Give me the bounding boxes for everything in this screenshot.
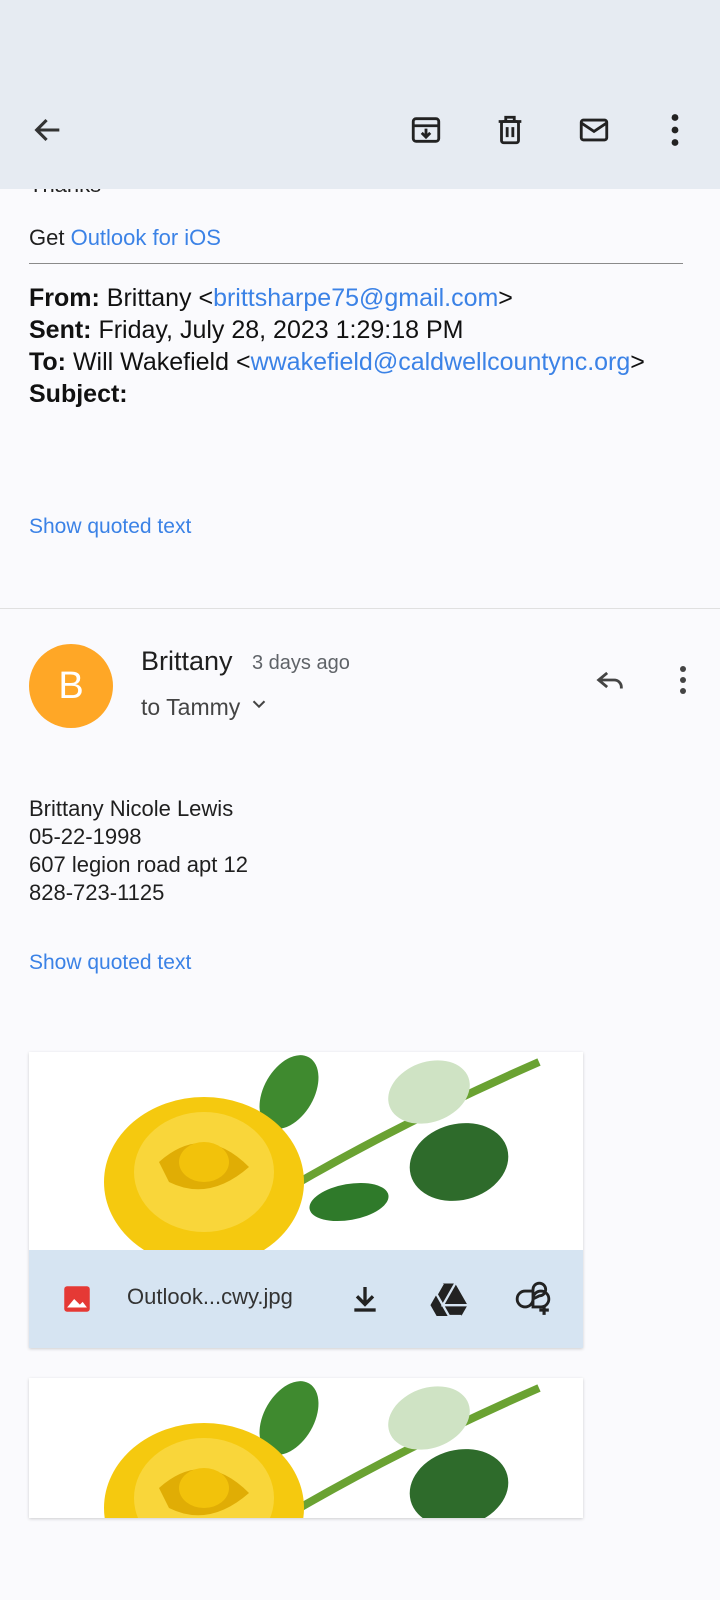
outlook-signature: Get Outlook for iOS xyxy=(29,225,221,251)
add-to-photos-icon[interactable] xyxy=(511,1277,555,1321)
attachment-file-name: Outlook...cwy.jpg xyxy=(127,1284,293,1309)
subject-line: Subject: xyxy=(29,380,128,408)
attachment-bar: Outlook...cwy.jpg xyxy=(29,1250,583,1348)
sender-name: Brittany xyxy=(141,646,233,676)
attachment-thumbnail[interactable] xyxy=(29,1052,583,1250)
mark-unread-button[interactable] xyxy=(570,108,618,156)
body-line: Brittany Nicole Lewis xyxy=(29,796,234,821)
attachment-thumbnail[interactable] xyxy=(29,1378,583,1518)
show-quoted-text-2[interactable]: Show quoted text xyxy=(29,951,191,975)
delete-button[interactable] xyxy=(486,108,534,156)
more-vert-icon[interactable] xyxy=(661,658,705,702)
message-body: Brittany Nicole Lewis 05-22-1998 607 leg… xyxy=(29,795,248,907)
chevron-down-icon xyxy=(248,693,270,721)
message-time: 3 days ago xyxy=(252,652,350,674)
image-file-icon xyxy=(55,1277,99,1321)
avatar[interactable]: B xyxy=(29,644,113,728)
more-vert-icon xyxy=(658,113,692,152)
recipient-details[interactable]: to Tammy xyxy=(141,693,270,721)
body-line: 828-723-1125 xyxy=(29,880,165,905)
trash-icon xyxy=(493,113,527,152)
message-divider xyxy=(0,608,720,609)
mail-icon xyxy=(577,113,611,152)
sent-line: Sent: Friday, July 28, 2023 1:29:18 PM xyxy=(29,316,464,344)
body-line: 05-22-1998 xyxy=(29,824,142,849)
reply-icon[interactable] xyxy=(588,658,632,702)
attachment-card[interactable]: Outlook...cwy.jpg xyxy=(29,1052,583,1348)
show-quoted-text-1[interactable]: Show quoted text xyxy=(29,515,191,539)
archive-button[interactable] xyxy=(402,108,450,156)
arrow-left-icon xyxy=(31,113,65,152)
recipient-label: to Tammy xyxy=(141,693,241,720)
from-line: From: Brittany <brittsharpe75@gmail.com> xyxy=(29,284,513,312)
download-icon[interactable] xyxy=(343,1277,387,1321)
outlook-ios-link[interactable]: Outlook for iOS xyxy=(71,225,221,250)
body-line: 607 legion road apt 12 xyxy=(29,852,248,877)
attachment-card[interactable] xyxy=(29,1378,583,1518)
forwarded-header: From: Brittany <brittsharpe75@gmail.com>… xyxy=(29,282,669,410)
drive-icon[interactable] xyxy=(427,1277,471,1321)
top-app-bar xyxy=(0,0,720,189)
to-line: To: Will Wakefield <wwakefield@caldwellc… xyxy=(29,348,645,376)
more-options-button[interactable] xyxy=(651,108,699,156)
to-email-link[interactable]: wwakefield@caldwellcountync.org xyxy=(251,348,631,376)
header-divider xyxy=(29,263,683,264)
archive-icon xyxy=(409,113,443,152)
back-button[interactable] xyxy=(24,108,72,156)
get-prefix: Get xyxy=(29,225,71,250)
from-email-link[interactable]: brittsharpe75@gmail.com xyxy=(213,284,498,312)
